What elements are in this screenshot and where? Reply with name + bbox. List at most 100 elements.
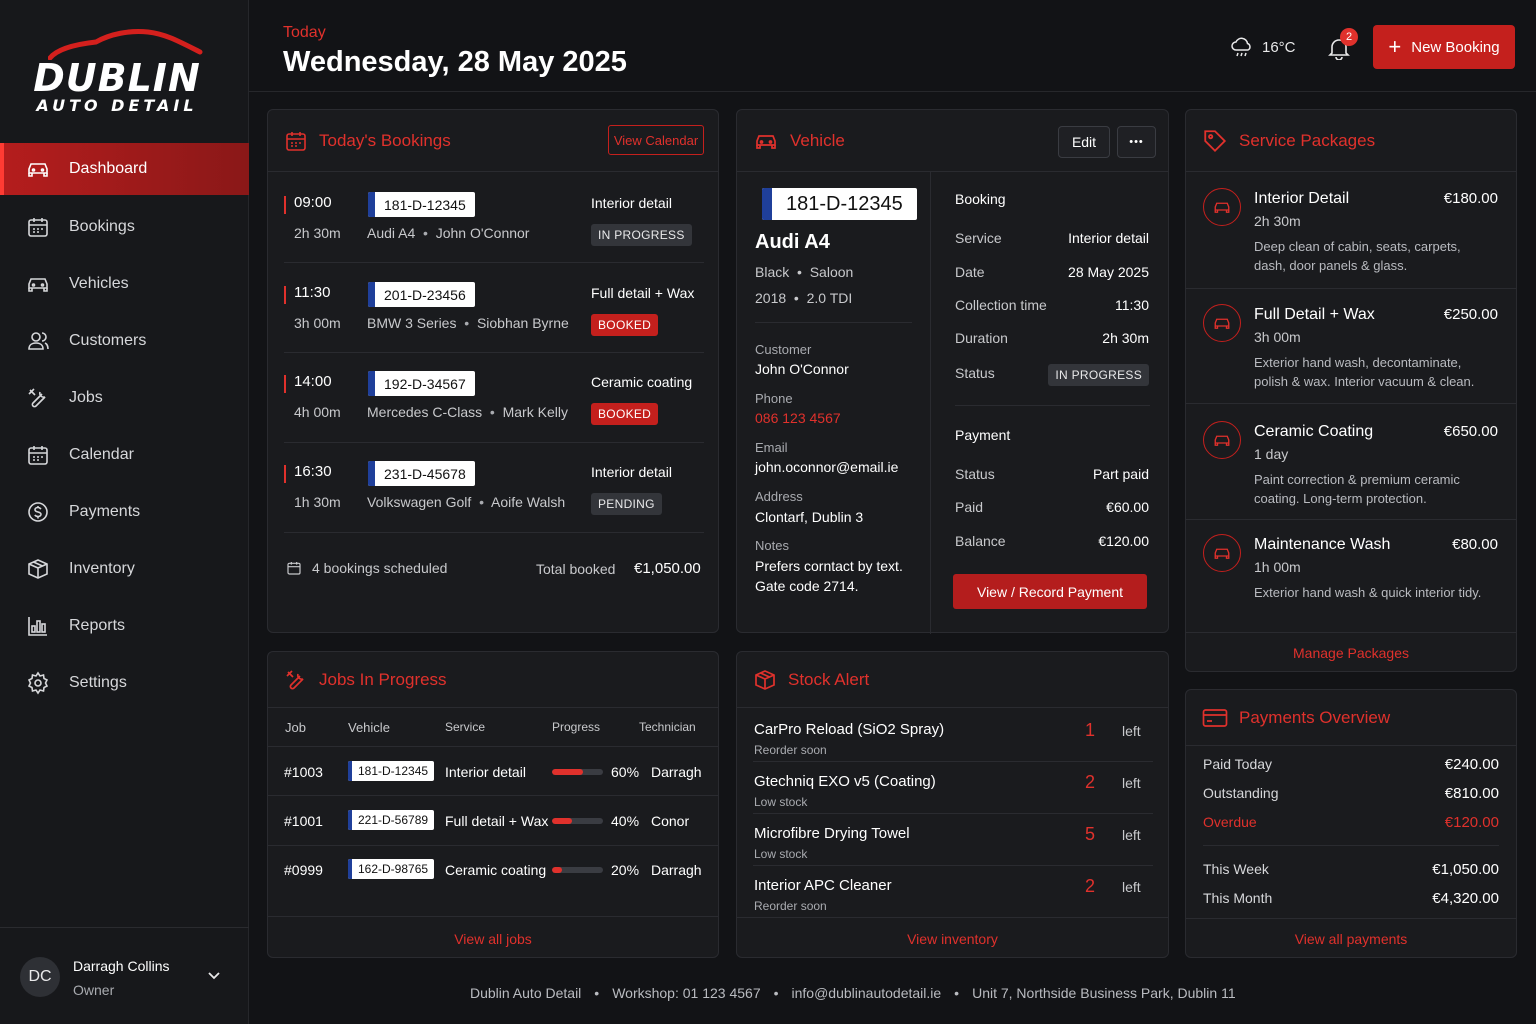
package-item[interactable]: Maintenance Wash €80.00 1h 00m Exterior … [1186,518,1516,633]
booking-duration: 1h 30m [294,494,341,510]
car-icon [28,163,48,177]
booking-row[interactable]: 09:00 2h 30m 181-D-12345 Audi A4 • John … [284,172,704,262]
booking-time: 16:30 [294,463,332,480]
package-description: Exterior hand wash & quick interior tidy… [1254,585,1482,600]
collection-time-value: 11:30 [1115,297,1149,313]
booking-duration: 2h 30m [294,225,341,241]
sidebar-item-calendar[interactable]: Calendar [0,426,249,483]
sidebar-item-reports[interactable]: Reports [0,597,249,654]
stock-quantity: 2 [1085,772,1096,792]
sidebar-item-bookings[interactable]: Bookings [0,198,249,255]
stock-item[interactable]: CarPro Reload (SiO2 Spray) Reorder soon … [737,709,1169,761]
booking-service: Interior detail [591,195,672,211]
stock-item[interactable]: Interior APC Cleaner Reorder soon 2 left [737,865,1169,917]
brand-name: DUBLIN [33,56,201,100]
brand-logo[interactable]: DUBLIN AUTO DETAIL [0,26,249,122]
avatar: DC [20,957,60,997]
package-description: Deep clean of cabin, seats, carpets, das… [1254,239,1461,273]
package-description: Exterior hand wash, decontaminate, polis… [1254,355,1475,389]
footer: Dublin Auto Detail • Workshop: 01 123 4567… [470,985,1236,1001]
card-header: Jobs In Progress [268,652,718,708]
chevron-down-icon[interactable] [207,968,221,982]
new-booking-button[interactable]: + New Booking [1373,25,1515,69]
booking-row[interactable]: 11:30 3h 00m 201-D-23456 BMW 3 Series • … [284,262,704,352]
package-name: Interior Detail [1254,190,1350,207]
more-options-button[interactable]: ••• [1117,126,1156,158]
package-price: €650.00 [1443,423,1498,440]
license-plate: 181-D-12345 [368,192,475,217]
weather-widget: 16°C [1230,36,1296,58]
license-plate: 231-D-45678 [368,461,475,486]
user-name: Darragh Collins [73,958,170,974]
column-header-vehicle: Vehicle [348,720,390,735]
stock-item-note: Low stock [754,847,808,861]
sidebar-item-vehicles[interactable]: Vehicles [0,255,249,312]
view-all-payments-link[interactable]: View all payments [1186,931,1516,947]
sidebar-item-jobs[interactable]: Jobs [0,369,249,426]
booking-row[interactable]: 16:30 1h 30m 231-D-45678 Volkswagen Golf… [284,441,704,531]
manage-packages-link[interactable]: Manage Packages [1186,645,1516,661]
sidebar-item-settings[interactable]: Settings [0,654,249,711]
status-badge: IN PROGRESS [1048,364,1149,386]
stock-item[interactable]: Gtechniq EXO v5 (Coating) Low stock 2 le… [737,761,1169,813]
progress-percent: 60% [611,764,640,780]
progress-bar [552,818,603,824]
footer-email[interactable]: info@dublinautodetail.ie [792,985,942,1001]
table-row[interactable]: #1003 181-D-12345 Interior detail 60% Da… [268,747,718,796]
package-item[interactable]: Full Detail + Wax €250.00 3h 00m Exterio… [1186,288,1516,403]
sidebar-item-inventory[interactable]: Inventory [0,540,249,597]
email-value[interactable]: john.oconnor@email.ie [755,459,898,475]
payment-status-value: Part paid [1092,466,1149,482]
customer-name[interactable]: John O'Connor [755,361,849,377]
table-row[interactable]: #0999 162-D-98765 Ceramic coating 20% Da… [268,845,718,894]
stock-item[interactable]: Microfibre Drying Towel Low stock 5 left [737,813,1169,865]
sidebar-item-dashboard[interactable]: Dashboard [0,143,249,195]
today-label: Today [283,24,326,41]
view-all-jobs-link[interactable]: View all jobs [268,931,718,947]
user-profile[interactable]: DC Darragh Collins Owner [0,927,249,1024]
package-item[interactable]: Ceramic Coating €650.00 1 day Paint corr… [1186,405,1516,520]
booking-vehicle-customer: BMW 3 Series • Siobhan Byrne [367,315,569,331]
job-service: Ceramic coating [445,862,547,878]
view-inventory-link[interactable]: View inventory [737,931,1168,947]
card-title: Service Packages [1239,130,1376,150]
payment-section-title: Payment [955,427,1011,443]
vehicle-year-engine: 2018 • 2.0 TDI [755,290,853,306]
license-plate: 221-D-56789 [348,810,435,830]
record-payment-button[interactable]: View / Record Payment [953,574,1147,609]
progress-percent: 20% [611,862,640,878]
booking-row[interactable]: 14:00 4h 00m 192-D-34567 Mercedes C-Clas… [284,351,704,441]
progress-percent: 40% [611,813,640,829]
stock-item-name: Gtechniq EXO v5 (Coating) [754,773,936,790]
sidebar-item-label: Customers [69,331,147,349]
total-booked-label: Total booked [536,561,616,577]
footer-phone[interactable]: Workshop: 01 123 4567 [612,985,760,1001]
license-plate: 192-D-34567 [368,371,475,396]
car-icon [1203,534,1241,572]
calendar-icon [287,562,301,575]
stock-item-note: Reorder soon [754,743,827,757]
paid-label: Paid [955,499,984,515]
column-header-technician: Technician [639,720,696,734]
booking-vehicle-customer: Audi A4 • John O'Connor [367,225,530,241]
tag-icon [1204,129,1227,152]
sidebar-item-payments[interactable]: Payments [0,483,249,540]
package-item[interactable]: Interior Detail €180.00 2h 30m Deep clea… [1186,172,1516,287]
car-icon [1203,421,1241,459]
booking-vehicle-customer: Volkswagen Golf • Aoife Walsh [367,494,566,510]
job-service: Full detail + Wax [445,813,549,829]
sidebar-item-label: Settings [69,673,127,691]
phone-link[interactable]: 086 123 4567 [755,410,841,426]
edit-button[interactable]: Edit [1058,126,1110,158]
top-header: Today Wednesday, 28 May 2025 16°C 2 + Ne… [249,0,1536,92]
card-title: Today's Bookings [319,130,451,150]
time-marker [284,375,286,393]
sidebar-item-customers[interactable]: Customers [0,312,249,369]
view-calendar-button[interactable]: View Calendar [608,125,704,155]
table-row[interactable]: #1001 221-D-56789 Full detail + Wax 40% … [268,796,718,845]
overdue-row: Overdue €120.00 [1203,814,1499,831]
duration-value: 2h 30m [1102,330,1149,346]
tools-icon [286,669,304,689]
car-icon [1203,188,1241,226]
vehicle-card: Vehicle Edit ••• 181-D-12345 Audi A4 Bla… [736,109,1169,634]
